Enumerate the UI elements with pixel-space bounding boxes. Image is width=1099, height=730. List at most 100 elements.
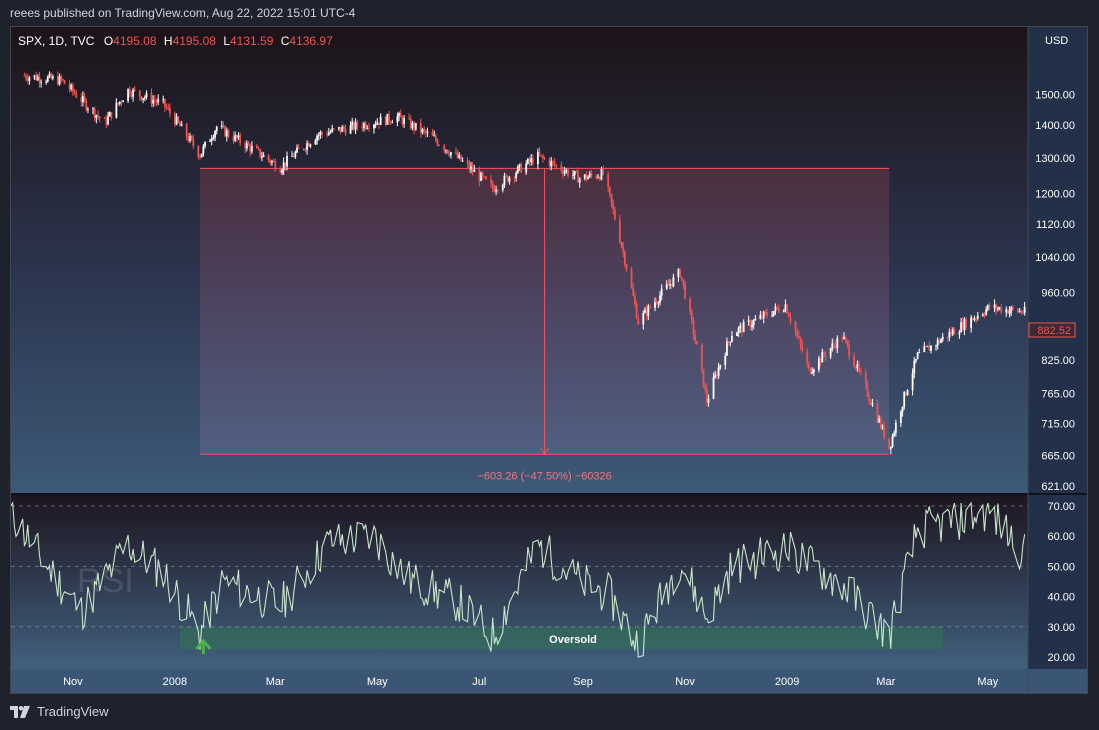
candle-body — [38, 76, 41, 83]
time-tick-label: May — [977, 676, 998, 688]
candle-body — [572, 175, 574, 176]
candle-body — [737, 327, 740, 333]
time-tick-label: May — [367, 676, 388, 688]
candle-body — [548, 159, 551, 167]
legend-close-value: 4136.97 — [289, 34, 333, 48]
candle-body — [408, 118, 411, 119]
candle-body — [257, 148, 260, 149]
candle-body — [630, 269, 633, 288]
candle-body — [398, 113, 400, 117]
candle-body — [155, 101, 158, 103]
candle-body — [809, 367, 812, 374]
candle-body — [807, 363, 810, 368]
candle-body — [349, 125, 352, 134]
candle-body — [331, 128, 334, 132]
candle-body — [153, 100, 156, 102]
candle-body — [361, 126, 364, 129]
price-tick-label: 1300.00 — [1035, 153, 1075, 165]
candle-body — [963, 319, 966, 330]
candle-body — [48, 73, 51, 77]
candle-body — [654, 302, 656, 308]
candle-body — [578, 178, 581, 183]
candle-body — [389, 121, 392, 123]
candle-body — [899, 411, 902, 423]
candle-body — [234, 135, 237, 141]
candle-body — [976, 315, 979, 319]
candle-body — [250, 146, 253, 152]
candle-body — [87, 109, 89, 110]
candle-body — [98, 116, 101, 119]
candle-body — [965, 319, 968, 328]
candle-body — [337, 127, 340, 129]
candle-body — [1018, 311, 1021, 312]
candle-body — [530, 158, 533, 163]
candle-body — [726, 341, 728, 356]
candle-body — [431, 132, 434, 136]
candle-body — [736, 332, 738, 337]
candle-body — [761, 315, 763, 319]
chart-frame[interactable]: −603.26 (−47.50%) −60326 RSI Oversold USD… — [10, 26, 1088, 694]
candle-body — [901, 406, 904, 412]
chart-svg[interactable]: −603.26 (−47.50%) −60326 RSI Oversold USD… — [11, 27, 1088, 694]
candle-body — [667, 284, 670, 286]
candle-body — [179, 122, 181, 127]
candle-body — [110, 112, 113, 118]
candle-body — [590, 173, 593, 176]
candle-body — [834, 344, 837, 349]
candle-body — [764, 311, 767, 313]
candle-body — [438, 145, 441, 146]
candle-body — [443, 145, 446, 151]
candle-body — [508, 177, 511, 182]
candle-body — [881, 425, 884, 429]
candle-body — [1005, 309, 1008, 313]
candle-body — [587, 176, 589, 180]
candle-body — [501, 185, 504, 191]
candle-body — [565, 169, 568, 172]
price-tick-label: 1040.00 — [1035, 252, 1075, 264]
candle-body — [660, 288, 663, 296]
candle-body — [754, 318, 757, 321]
candle-body — [836, 338, 839, 349]
candle-body — [157, 99, 160, 103]
candle-body — [950, 331, 952, 335]
candle-body — [536, 151, 539, 165]
candle-body — [705, 388, 708, 403]
tradingview-branding[interactable]: TradingView — [10, 704, 109, 719]
candle-body — [327, 132, 330, 136]
candle-body — [983, 314, 986, 316]
candle-body — [742, 321, 745, 333]
candle-body — [342, 126, 345, 129]
candle-body — [844, 336, 847, 341]
candle-body — [911, 373, 914, 391]
candle-body — [92, 108, 94, 110]
candle-body — [669, 284, 671, 286]
candle-body — [237, 135, 240, 139]
price-tick-label: 715.00 — [1041, 418, 1075, 430]
candle-body — [128, 88, 131, 95]
candle-body — [255, 146, 258, 149]
candle-body — [189, 135, 191, 141]
candle-body — [261, 156, 263, 158]
candle-body — [717, 367, 720, 377]
candle-body — [456, 152, 459, 158]
candle-body — [461, 160, 464, 162]
candle-body — [796, 331, 799, 336]
legend-symbol[interactable]: SPX, 1D, TVC — [18, 34, 94, 48]
candle-body — [543, 158, 546, 160]
candle-body — [26, 78, 29, 81]
candle-body — [923, 346, 926, 353]
rsi-watermark: RSI — [77, 562, 134, 600]
candle-body — [329, 131, 332, 133]
candle-body — [63, 80, 66, 84]
candle-body — [319, 132, 322, 135]
candle-body — [1000, 307, 1003, 313]
candle-body — [540, 155, 543, 157]
candle-body — [864, 372, 867, 384]
candle-body — [210, 138, 213, 141]
candle-body — [985, 309, 988, 315]
candle-body — [353, 121, 355, 130]
candle-body — [309, 144, 312, 147]
candle-body — [702, 369, 705, 387]
candle-body — [222, 125, 225, 127]
candle-body — [83, 96, 86, 101]
